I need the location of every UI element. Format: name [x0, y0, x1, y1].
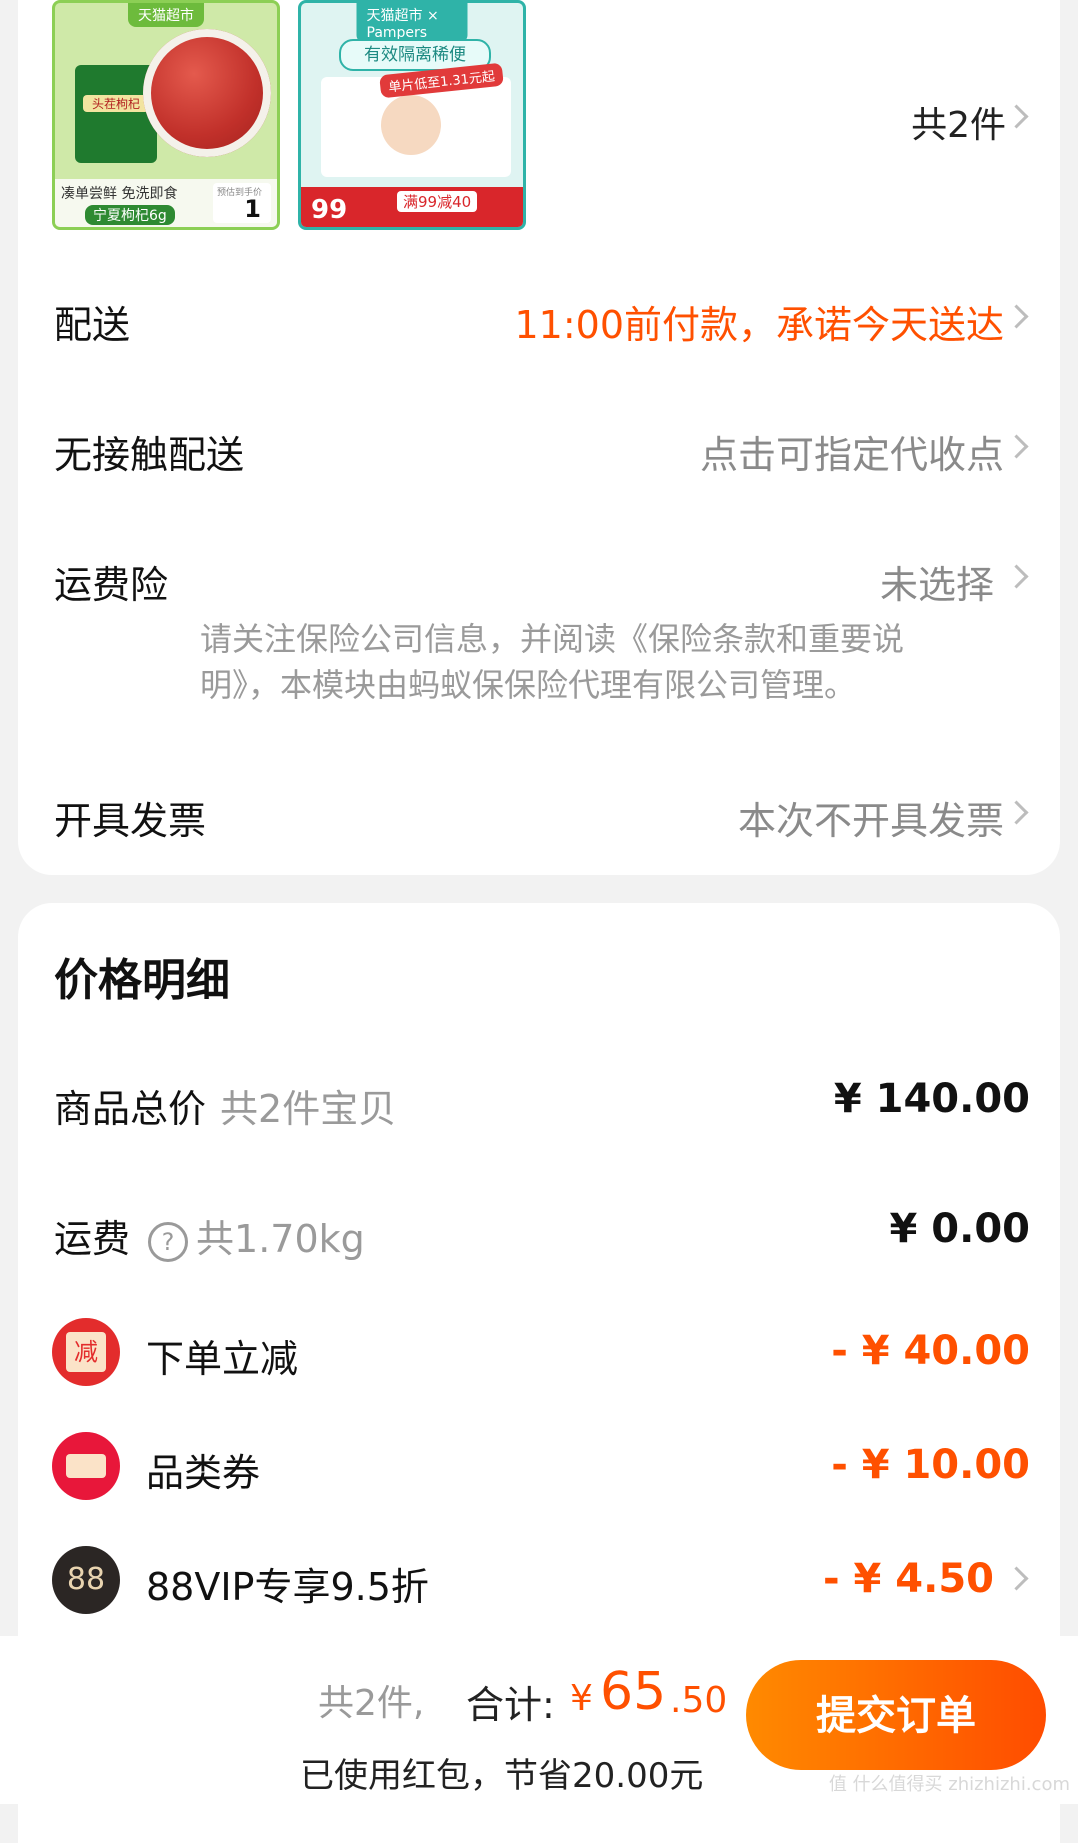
shipping-weight: 共1.70kg	[196, 1217, 365, 1261]
product-name: 宁夏枸杞6g	[85, 205, 175, 225]
coupon-icon	[52, 1432, 120, 1500]
store-tag: 天猫超市 × Pampers	[356, 3, 468, 43]
discount-label-category: 品类券	[146, 1451, 261, 1495]
product-thumbnail-goji[interactable]: 天猫超市 头茬枸杞 凑单尝鲜 免洗即食 宁夏枸杞6g 预估到手价 1	[52, 0, 280, 230]
product-slogan: 凑单尝鲜 免洗即食	[61, 186, 178, 202]
promo-text: 满99减40	[397, 191, 478, 212]
shipping-row: 运费? 共1.70kg	[54, 1208, 365, 1263]
insurance-value[interactable]: 未选择	[880, 554, 994, 609]
product-price: 1	[244, 195, 261, 223]
total-decimal: .50	[670, 1680, 728, 1721]
contactless-value[interactable]: 点击可指定代收点	[700, 424, 1004, 479]
reduce-icon: 减	[52, 1318, 120, 1386]
discount-amount-category: - ¥ 10.00	[831, 1442, 1030, 1488]
checkout-bar: 共2件, 合计: ¥ 65 .50 已使用红包，节省20.00元 提交订单 值 …	[0, 1636, 1078, 1804]
total-label: 合计:	[466, 1683, 555, 1727]
total-currency: ¥	[570, 1678, 593, 1719]
question-circle-icon[interactable]: ?	[148, 1221, 189, 1262]
invoice-label: 开具发票	[54, 799, 207, 843]
invoice-value[interactable]: 本次不开具发票	[738, 790, 1004, 845]
price-detail-title: 价格明细	[54, 955, 230, 1006]
delivery-value[interactable]: 11:00前付款，承诺今天送达	[514, 294, 1004, 349]
contactless-label: 无接触配送	[54, 433, 245, 477]
goji-bag-label: 头茬枸杞	[83, 95, 149, 112]
thumb-footer: 凑单尝鲜 免洗即食 宁夏枸杞6g 预估到手价 1	[55, 179, 277, 227]
discount-label-instant: 下单立减	[146, 1337, 299, 1381]
product-price: 99	[311, 195, 348, 225]
insurance-label: 运费险	[54, 563, 169, 607]
item-count[interactable]: 共2件	[911, 96, 1006, 148]
red-packet-note: 已使用红包，节省20.00元	[300, 1756, 704, 1796]
checkout-count: 共2件,	[318, 1683, 425, 1724]
reduce-icon-glyph: 减	[66, 1332, 106, 1372]
goji-plate-image	[143, 29, 271, 157]
goods-total-amount: ¥ 140.00	[833, 1076, 1030, 1122]
discount-label-vip: 88VIP专享9.5折	[146, 1565, 429, 1609]
price-strip: 99 满99减40	[301, 187, 523, 227]
shipping-label: 运费	[54, 1217, 131, 1261]
price-box: 预估到手价 1	[213, 183, 271, 223]
delivery-label: 配送	[54, 303, 131, 347]
shipping-amount: ¥ 0.00	[889, 1206, 1030, 1252]
store-tag: 天猫超市	[128, 3, 204, 27]
goods-total-row: 商品总价 共2件宝贝	[54, 1078, 396, 1133]
goods-total-label: 商品总价	[54, 1087, 207, 1131]
coupon-ticket-shape	[66, 1454, 106, 1478]
discount-amount-vip[interactable]: - ¥ 4.50	[823, 1556, 994, 1602]
discount-amount-instant: - ¥ 40.00	[831, 1328, 1030, 1374]
submit-order-button[interactable]: 提交订单	[746, 1660, 1046, 1770]
product-thumbnail-diaper[interactable]: 天猫超市 × Pampers 有效隔离稀便 单片低至1.31元起 99 满99减…	[298, 0, 526, 230]
goods-total-sub: 共2件宝贝	[220, 1087, 397, 1131]
watermark-logo: 值 什么值得买 zhizhizhi.com	[828, 1774, 1070, 1795]
total-integer: 65	[600, 1662, 667, 1722]
baby-image	[381, 95, 441, 155]
vip-88-icon: 88	[52, 1546, 120, 1614]
insurance-note: 请关注保险公司信息，并阅读《保险条款和重要说明》，本模块由蚂蚁保保险代理有限公司…	[200, 620, 905, 704]
